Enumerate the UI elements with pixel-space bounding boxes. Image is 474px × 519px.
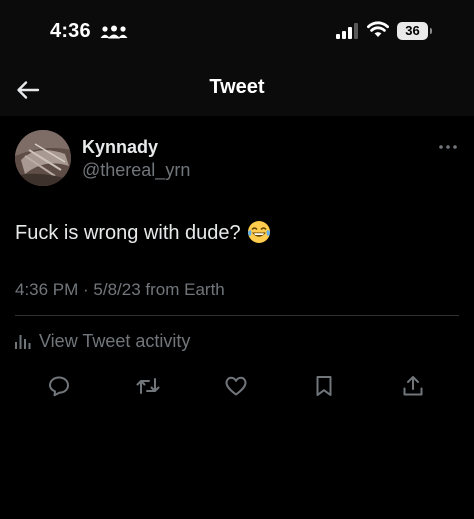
author-display-name[interactable]: Kynnady bbox=[82, 137, 158, 158]
analytics-icon bbox=[15, 335, 31, 349]
share-icon bbox=[403, 376, 423, 396]
signal-icon bbox=[336, 23, 358, 39]
wifi-icon bbox=[367, 21, 389, 37]
bookmark-icon bbox=[316, 376, 332, 396]
like-button[interactable] bbox=[222, 372, 250, 400]
tweet-text: Fuck is wrong with dude? bbox=[15, 220, 271, 245]
divider bbox=[15, 315, 459, 316]
avatar[interactable] bbox=[15, 130, 71, 186]
reply-icon bbox=[49, 376, 69, 397]
avatar-photo bbox=[15, 130, 71, 186]
nav-bar: Tweet bbox=[0, 64, 474, 116]
share-button[interactable] bbox=[399, 372, 427, 400]
retweet-icon bbox=[136, 378, 160, 394]
author-handle[interactable]: @thereal_yrn bbox=[82, 160, 190, 181]
like-icon bbox=[225, 376, 247, 396]
status-bar: 4:36 36 bbox=[0, 0, 474, 64]
page-title: Tweet bbox=[209, 76, 265, 98]
battery-nub bbox=[430, 28, 432, 34]
view-tweet-activity-link[interactable]: View Tweet activity bbox=[15, 330, 190, 352]
bookmark-button[interactable] bbox=[310, 372, 338, 400]
tweet-timestamp: 4:36 PM · 5/8/23 from Earth bbox=[15, 280, 225, 299]
tweet-text-content: Fuck is wrong with dude? bbox=[15, 222, 241, 244]
battery-icon: 36 bbox=[397, 22, 428, 40]
reply-button[interactable] bbox=[45, 372, 73, 400]
view-tweet-activity-label: View Tweet activity bbox=[39, 330, 191, 351]
tweet-action-bar bbox=[0, 372, 474, 400]
more-options-button[interactable] bbox=[437, 140, 459, 152]
laughing-emoji-icon bbox=[247, 220, 271, 244]
back-arrow-icon bbox=[17, 81, 40, 99]
more-dots-icon bbox=[439, 145, 457, 149]
retweet-button[interactable] bbox=[134, 372, 162, 400]
back-button[interactable] bbox=[12, 74, 44, 106]
people-icon bbox=[100, 25, 128, 39]
status-time: 4:36 bbox=[50, 20, 91, 42]
